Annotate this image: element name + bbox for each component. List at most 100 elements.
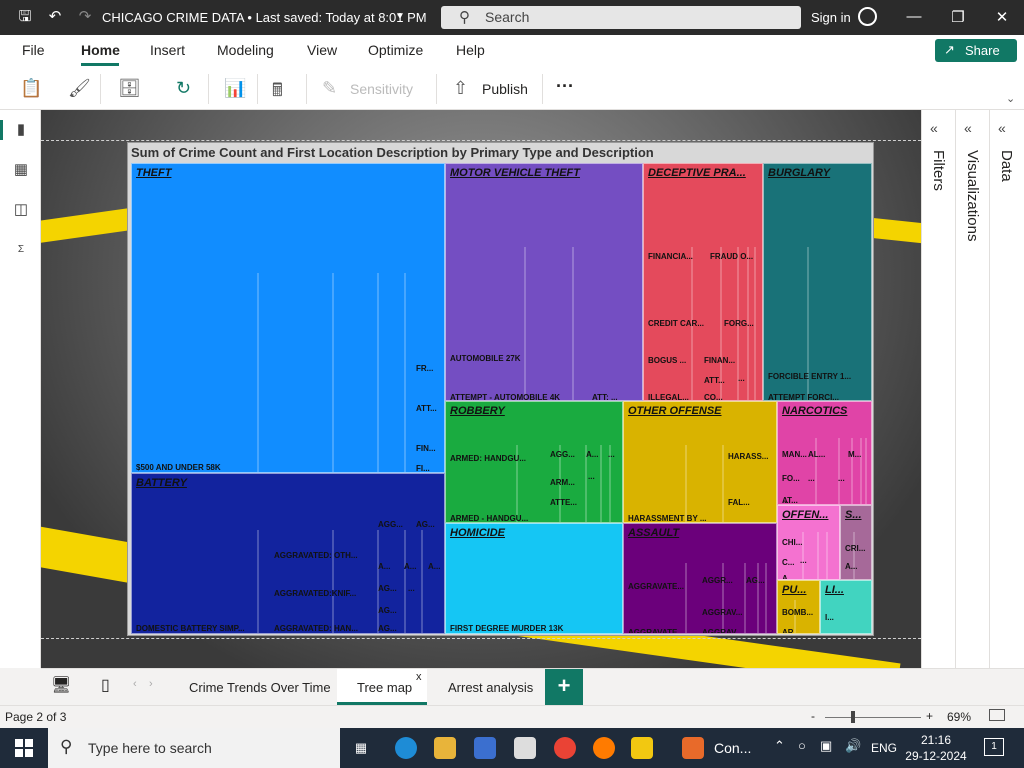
- tab-help[interactable]: Help: [456, 42, 485, 58]
- treemap-leaf-label[interactable]: ILLEGAL...: [648, 393, 689, 400]
- treemap-leaf-label[interactable]: A...: [586, 450, 598, 459]
- treemap-leaf-label[interactable]: CO...: [704, 393, 723, 400]
- volume-icon[interactable]: 🔊: [845, 738, 861, 754]
- windows-start-icon[interactable]: [15, 739, 33, 757]
- format-painter-icon[interactable]: 🖌: [68, 78, 91, 99]
- treemap-leaf-label[interactable]: A...: [428, 562, 440, 571]
- treemap-leaf-label[interactable]: AL...: [808, 450, 825, 459]
- task-view-icon[interactable]: ▦: [350, 737, 372, 759]
- tab-crime-trends[interactable]: Crime Trends Over Time: [169, 669, 337, 705]
- undo-icon[interactable]: ↶: [46, 8, 64, 26]
- treemap-leaf-label[interactable]: CRI...: [845, 544, 865, 553]
- treemap-leaf-label[interactable]: ARMED: HANDGU...: [450, 454, 526, 463]
- treemap-leaf-label[interactable]: AGGRAVATED:KNIF...: [274, 589, 356, 598]
- treemap-group[interactable]: BATTERY DOMESTIC BATTERY SIMP... AGGRAVATE…: [131, 473, 445, 634]
- treemap-leaf-label[interactable]: CREDIT CAR...: [648, 319, 704, 328]
- next-page-icon[interactable]: ›: [149, 678, 153, 690]
- treemap-leaf-label[interactable]: HARASSMENT BY ...: [628, 514, 707, 522]
- app-icon[interactable]: [682, 737, 704, 759]
- treemap-leaf-label[interactable]: AGGRAVATE...: [628, 582, 684, 591]
- treemap-group[interactable]: PU... BOMB... AR...: [777, 580, 820, 634]
- zoom-in-button[interactable]: +: [926, 709, 933, 723]
- clock[interactable]: 21:16 29-12-2024: [903, 732, 969, 764]
- tab-optimize[interactable]: Optimize: [368, 42, 423, 58]
- treemap-leaf-label[interactable]: FO...: [782, 474, 800, 483]
- tab-modeling[interactable]: Modeling: [217, 42, 274, 58]
- treemap-group[interactable]: THEFT $500 AND UNDER 58K FR... ATT... FIN...…: [131, 163, 445, 473]
- chrome-icon[interactable]: [554, 737, 576, 759]
- treemap-leaf-label[interactable]: AUTOMOBILE 27K: [450, 354, 521, 363]
- fit-to-page-icon[interactable]: [989, 709, 1005, 721]
- treemap-group[interactable]: DECEPTIVE PRA... FINANCIA... FRAUD O... CRE…: [643, 163, 763, 401]
- treemap-leaf-label[interactable]: FI...: [416, 464, 430, 472]
- treemap-leaf-label[interactable]: FORG...: [724, 319, 754, 328]
- treemap-leaf-label[interactable]: ...: [738, 374, 745, 383]
- power-bi-icon[interactable]: [631, 737, 653, 759]
- firefox-icon[interactable]: [593, 737, 615, 759]
- tab-tree-map[interactable]: Tree map x: [337, 669, 427, 705]
- treemap-leaf-label[interactable]: MAN...: [782, 450, 807, 459]
- treemap-leaf-label[interactable]: HARASS...: [728, 452, 768, 461]
- treemap-leaf-label[interactable]: AG...: [378, 624, 397, 633]
- treemap-leaf-label[interactable]: FINAN...: [704, 356, 735, 365]
- minimize-icon[interactable]: —: [904, 8, 924, 25]
- treemap-leaf-label[interactable]: ...: [808, 474, 815, 483]
- tab-insert[interactable]: Insert: [150, 42, 185, 58]
- treemap-group[interactable]: S... CRI... A...: [840, 505, 872, 580]
- desktop-layout-icon[interactable]: 🖥: [51, 675, 71, 695]
- tab-home[interactable]: Home: [81, 42, 120, 58]
- taskbar-app-label[interactable]: Con...: [714, 740, 751, 756]
- zoom-out-button[interactable]: -: [811, 709, 815, 723]
- treemap-leaf-label[interactable]: AG...: [378, 584, 397, 593]
- treemap-leaf-label[interactable]: $500 AND UNDER 58K: [136, 463, 221, 472]
- treemap-leaf-label[interactable]: AG...: [746, 576, 765, 585]
- avatar-icon[interactable]: [858, 7, 877, 26]
- treemap-leaf-label[interactable]: AR...: [782, 628, 800, 633]
- treemap-leaf-label[interactable]: ARMED - HANDGU...: [450, 514, 528, 522]
- prev-page-icon[interactable]: ‹: [133, 678, 137, 690]
- treemap-leaf-label[interactable]: AG...: [378, 606, 397, 615]
- treemap-leaf-label[interactable]: BOMB...: [782, 608, 813, 617]
- edge-icon[interactable]: [395, 737, 417, 759]
- tab-arrest-analysis[interactable]: Arrest analysis: [427, 669, 545, 705]
- expand-visualizations-icon[interactable]: «: [964, 120, 972, 136]
- zoom-level[interactable]: 69%: [947, 710, 971, 724]
- treemap-leaf-label[interactable]: AGGR...: [702, 576, 733, 585]
- treemap-leaf-label[interactable]: ATTEMPT - AUTOMOBILE 4K: [450, 393, 560, 400]
- treemap-leaf-label[interactable]: BOGUS ...: [648, 356, 686, 365]
- treemap-leaf-label[interactable]: FIN...: [416, 444, 436, 453]
- file-explorer-icon[interactable]: [434, 737, 456, 759]
- treemap-leaf-label[interactable]: ATT: ...: [592, 393, 618, 400]
- new-visual-icon[interactable]: 📊: [224, 78, 246, 99]
- treemap-leaf-label[interactable]: AGGRAV...: [702, 628, 742, 633]
- refresh-icon[interactable]: ↻: [176, 78, 191, 99]
- treemap-group[interactable]: LI... I...: [820, 580, 872, 634]
- meet-icon[interactable]: ○: [798, 738, 806, 753]
- treemap-leaf-label[interactable]: AGG...: [550, 450, 575, 459]
- close-tab-icon[interactable]: x: [416, 671, 422, 683]
- treemap-leaf-label[interactable]: ...: [800, 556, 807, 565]
- treemap-leaf-label[interactable]: ...: [588, 472, 595, 481]
- treemap[interactable]: THEFT $500 AND UNDER 58K FR... ATT... FIN...…: [131, 163, 872, 634]
- treemap-leaf-label[interactable]: DOMESTIC BATTERY SIMP...: [136, 624, 245, 633]
- data-pane[interactable]: « Data: [989, 110, 1024, 668]
- treemap-leaf-label[interactable]: A...: [404, 562, 416, 571]
- tab-file[interactable]: File: [22, 42, 45, 58]
- treemap-leaf-label[interactable]: FORCIBLE ENTRY 1...: [768, 372, 851, 381]
- language-indicator[interactable]: ENG: [871, 741, 897, 755]
- model-view-icon[interactable]: ◫: [11, 200, 31, 220]
- title-dropdown-icon[interactable]: ▼: [391, 8, 409, 26]
- treemap-leaf-label[interactable]: AGGRAVATE...: [628, 628, 684, 633]
- treemap-leaf-label[interactable]: ...: [408, 584, 415, 593]
- treemap-leaf-label[interactable]: ARM...: [550, 478, 575, 487]
- collapse-filters-icon[interactable]: «: [930, 120, 938, 136]
- calculator-icon[interactable]: 🖩: [272, 78, 283, 108]
- more-options-button[interactable]: ···: [556, 76, 574, 97]
- treemap-leaf-label[interactable]: FR...: [416, 364, 433, 373]
- treemap-leaf-label[interactable]: ATTE...: [550, 498, 577, 507]
- treemap-group[interactable]: ROBBERY ARMED: HANDGU... ARMED - HANDGU...…: [445, 401, 623, 523]
- treemap-leaf-label[interactable]: A...: [378, 562, 390, 571]
- dax-query-icon[interactable]: Σ: [11, 240, 31, 260]
- treemap-group[interactable]: BURGLARY FORCIBLE ENTRY 1... ATTEMPT FORCI…: [763, 163, 872, 401]
- visualizations-pane[interactable]: « Visualizations: [955, 110, 989, 668]
